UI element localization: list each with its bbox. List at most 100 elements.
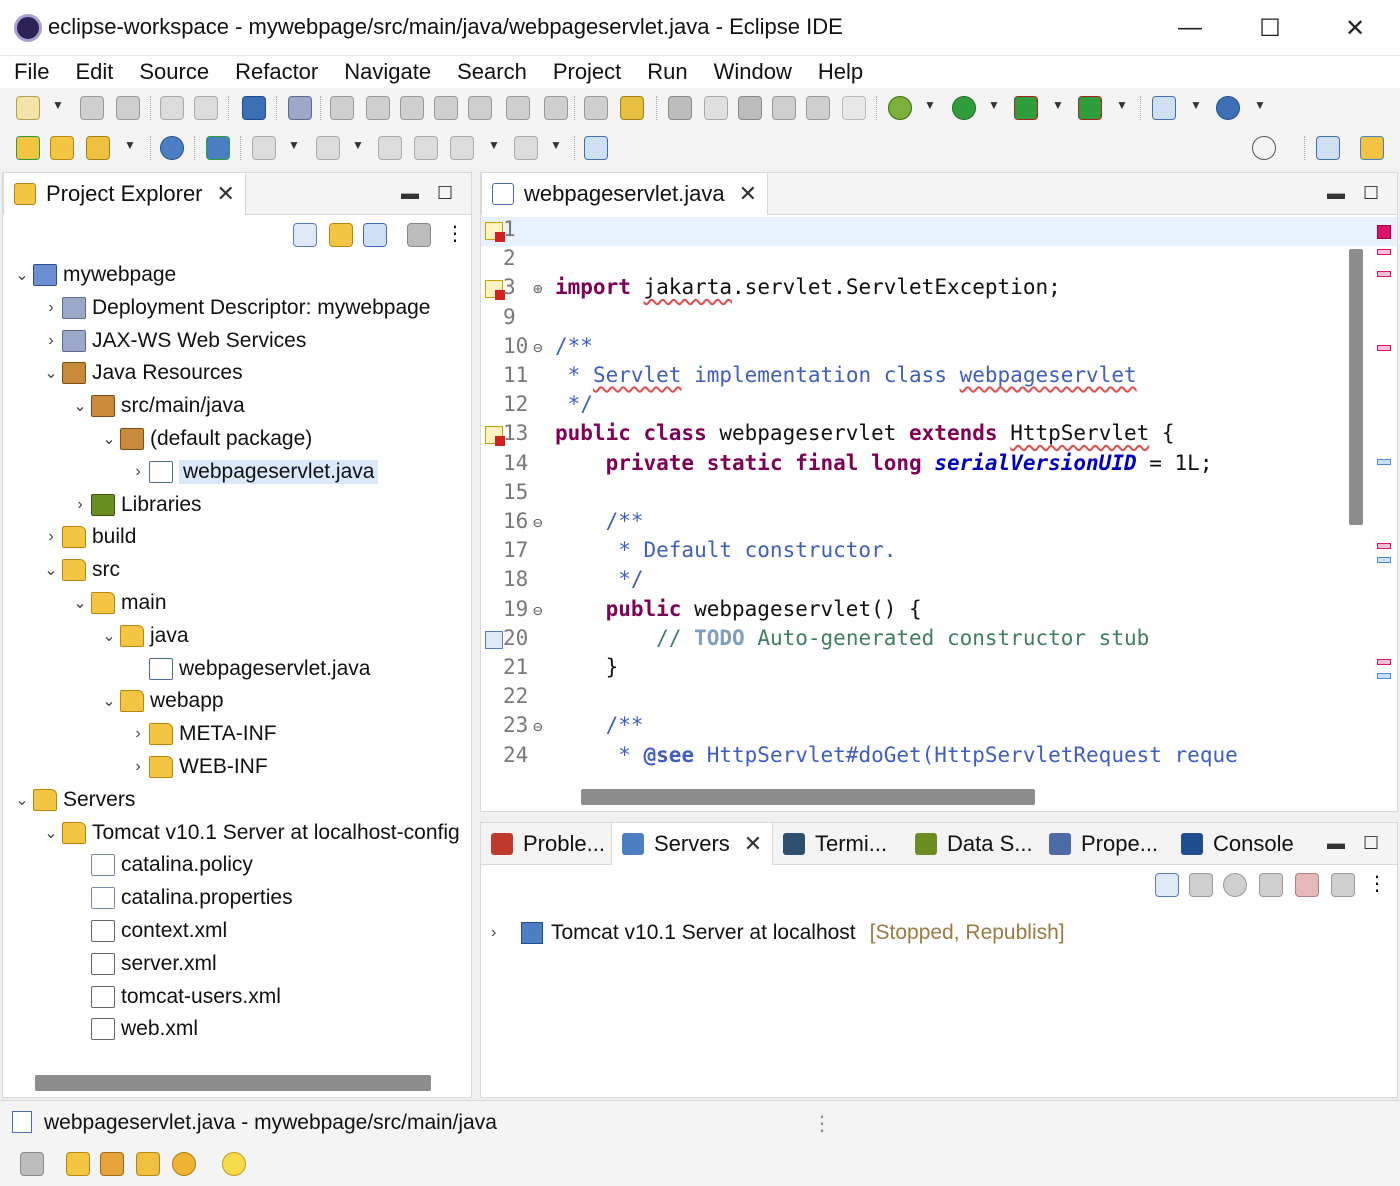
toggle-mark-icon[interactable] <box>738 96 762 120</box>
close-tab-icon[interactable]: ✕ <box>217 181 235 207</box>
overview-occurrence-marker[interactable] <box>1377 673 1391 679</box>
tab-console[interactable]: Console <box>1171 823 1304 865</box>
maximize-view-icon[interactable]: ☐ <box>1363 183 1379 204</box>
error-marker-icon[interactable] <box>485 426 505 447</box>
maximize-button[interactable]: ☐ <box>1240 8 1300 48</box>
tree-item[interactable]: catalina.properties <box>69 882 293 914</box>
collapse-fold-icon[interactable]: ⊖ <box>533 513 543 532</box>
whats-new-icon[interactable] <box>172 1152 196 1176</box>
code-editor[interactable]: 1 2 3 ⊕ import jakarta.servlet.ServletExcept… <box>481 215 1397 781</box>
code-line[interactable]: 2 <box>481 246 1397 275</box>
forward-edit-icon[interactable] <box>414 136 438 160</box>
code-line[interactable]: 12 */ <box>481 392 1397 421</box>
book-icon[interactable] <box>66 1152 90 1176</box>
code-line[interactable]: 24 * @see HttpServlet#doGet(HttpServletR… <box>481 743 1397 772</box>
menu-search[interactable]: Search <box>457 56 527 88</box>
dropdown-arrow-icon[interactable]: ▼ <box>1254 98 1266 112</box>
save-all-icon[interactable] <box>116 96 140 120</box>
previous-annotation-icon[interactable] <box>316 136 340 160</box>
menu-refactor[interactable]: Refactor <box>235 56 318 88</box>
overview-error-marker[interactable] <box>1377 345 1391 351</box>
minimize-view-icon[interactable]: ▬ <box>1327 183 1345 204</box>
tab-project-explorer[interactable]: Project Explorer ✕ <box>3 173 246 215</box>
code-line[interactable]: 9 <box>481 305 1397 334</box>
tree-item[interactable]: ⌄ Java Resources <box>40 357 243 389</box>
code-line[interactable]: 13 public class webpageservlet extends Ht… <box>481 421 1397 450</box>
terminal-icon[interactable] <box>242 96 266 120</box>
tree-item[interactable]: server.xml <box>69 948 217 980</box>
debug-icon[interactable] <box>888 96 912 120</box>
code-line[interactable]: 19 ⊖ public webpageservlet() { <box>481 597 1397 626</box>
dropdown-arrow-icon[interactable]: ▼ <box>1190 98 1202 112</box>
tab-problems[interactable]: Proble... <box>481 823 615 865</box>
collapse-chevron-icon[interactable]: ⌄ <box>40 363 62 383</box>
code-line[interactable]: 14 private static final long serialVersi… <box>481 451 1397 480</box>
code-line[interactable]: 18 */ <box>481 567 1397 596</box>
dropdown-arrow-icon[interactable]: ▼ <box>1116 98 1128 112</box>
overview-error-marker[interactable] <box>1377 271 1391 277</box>
code-line[interactable]: 3 ⊕ import jakarta.servlet.ServletExceptio… <box>481 275 1397 304</box>
tree-item[interactable]: › JAX-WS Web Services <box>40 325 306 357</box>
tree-item[interactable]: › Deployment Descriptor: mywebpage <box>40 292 430 324</box>
expand-chevron-icon[interactable]: › <box>127 463 149 481</box>
collapse-chevron-icon[interactable]: ⌄ <box>40 823 62 843</box>
profile-server-icon[interactable] <box>1259 873 1283 897</box>
stop-server-icon[interactable] <box>1295 873 1319 897</box>
menu-edit[interactable]: Edit <box>75 56 113 88</box>
collapse-fold-icon[interactable]: ⊖ <box>533 338 543 357</box>
tree-item[interactable]: › webpageservlet.java <box>127 456 379 488</box>
expand-chevron-icon[interactable]: › <box>40 299 62 317</box>
collapse-chevron-icon[interactable]: ⌄ <box>11 790 33 810</box>
overview-error-marker[interactable] <box>1377 659 1391 665</box>
code-line[interactable]: 20 // TODO Auto-generated constructor st… <box>481 626 1397 655</box>
menu-window[interactable]: Window <box>714 56 792 88</box>
filter-icon[interactable] <box>363 223 387 247</box>
expand-chevron-icon[interactable]: › <box>127 725 149 743</box>
code-line[interactable]: 21 } <box>481 655 1397 684</box>
jee-perspective-icon[interactable] <box>1360 136 1384 160</box>
skip-breakpoints-icon[interactable] <box>288 96 312 120</box>
tree-item[interactable]: ⌄ webapp <box>98 685 224 717</box>
overview-error-marker[interactable] <box>1377 543 1391 549</box>
maximize-view-icon[interactable]: ☐ <box>437 183 453 204</box>
tab-properties[interactable]: Prope... <box>1039 823 1168 865</box>
show-view-icon[interactable] <box>20 1152 44 1176</box>
tree-item[interactable]: › Libraries <box>69 489 202 521</box>
drop-to-frame-icon[interactable] <box>584 96 608 120</box>
tip-bulb-icon[interactable] <box>222 1152 246 1176</box>
expand-chevron-icon[interactable]: › <box>127 758 149 776</box>
collapse-chevron-icon[interactable]: ⌄ <box>11 265 33 285</box>
menu-project[interactable]: Project <box>553 56 621 88</box>
open-project-icon[interactable] <box>50 136 74 160</box>
run-last-icon[interactable] <box>1014 96 1038 120</box>
overview-error-marker[interactable] <box>1377 249 1391 255</box>
toggle-block-icon[interactable] <box>772 96 796 120</box>
collapse-fold-icon[interactable]: ⊖ <box>533 717 543 736</box>
start-server-icon[interactable] <box>1223 873 1247 897</box>
overview-error-marker[interactable] <box>1377 225 1391 239</box>
inspect-icon[interactable] <box>668 96 692 120</box>
error-marker-icon[interactable] <box>485 280 505 301</box>
tree-item[interactable]: catalina.policy <box>69 849 253 881</box>
disconnect-icon[interactable] <box>434 96 458 120</box>
collapse-chevron-icon[interactable]: ⌄ <box>40 560 62 580</box>
collapse-all-icon[interactable] <box>293 223 317 247</box>
tab-servers[interactable]: Servers ✕ <box>611 823 774 865</box>
collapse-chevron-icon[interactable]: ⌄ <box>98 691 120 711</box>
tree-item[interactable]: web.xml <box>69 1013 198 1045</box>
pin-editor-icon[interactable] <box>584 136 608 160</box>
expand-chevron-icon[interactable]: › <box>40 332 62 350</box>
view-menu-icon[interactable]: ⋮ <box>1367 873 1387 897</box>
wand-icon[interactable] <box>86 136 110 160</box>
back-icon[interactable] <box>450 136 474 160</box>
dropdown-arrow-icon[interactable]: ▼ <box>52 98 64 112</box>
tree-item[interactable]: ⌄ Servers <box>11 784 135 816</box>
error-marker-icon[interactable] <box>485 222 505 242</box>
code-line[interactable]: 15 <box>481 480 1397 509</box>
external-tools-icon[interactable] <box>1078 96 1102 120</box>
overview-occurrence-marker[interactable] <box>1377 557 1391 563</box>
redo-icon[interactable] <box>194 96 218 120</box>
focus-icon[interactable] <box>407 223 431 247</box>
menu-source[interactable]: Source <box>139 56 209 88</box>
tree-item[interactable]: ⌄ src <box>40 554 120 586</box>
